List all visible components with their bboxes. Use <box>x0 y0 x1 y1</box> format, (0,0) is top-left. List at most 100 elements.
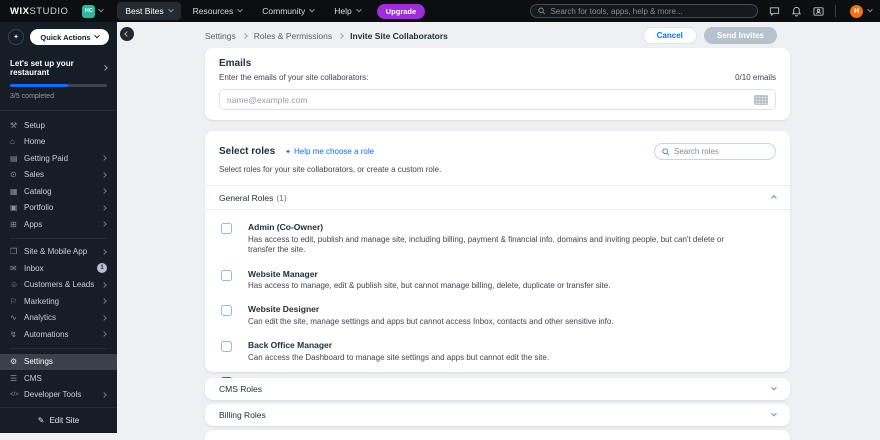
hub-button[interactable]: ✦ <box>8 29 24 45</box>
keyboard-icon[interactable] <box>754 94 768 105</box>
send-invites-button[interactable]: Send Invites <box>703 27 777 44</box>
chevron-right-icon <box>101 204 107 211</box>
workspace-switcher[interactable]: HC <box>82 4 105 18</box>
chevron-down-icon <box>355 6 362 13</box>
chevron-right-icon <box>101 314 107 321</box>
breadcrumb-roles-permissions[interactable]: Roles & Permissions <box>254 31 332 41</box>
analytics-icon: ∿ <box>10 313 17 323</box>
wix-studio-logo: WIXSTUDIO <box>10 6 68 17</box>
sidebar-item-automations[interactable]: ↯ Automations <box>0 326 117 343</box>
general-roles-count: (1) <box>276 192 287 203</box>
tab-resources[interactable]: Resources <box>185 2 251 20</box>
divider <box>10 237 107 239</box>
chevron-right-icon <box>102 65 108 71</box>
sidebar-item-portfolio[interactable]: ▣ Portfolio <box>0 200 117 217</box>
sidebar-item-apps[interactable]: ⊞ Apps <box>0 216 117 233</box>
automations-icon: ↯ <box>10 329 17 339</box>
select-roles-title: Select roles <box>219 146 276 157</box>
cancel-button[interactable]: Cancel <box>642 27 697 44</box>
sidebar-item-analytics[interactable]: ∿ Analytics <box>0 310 117 327</box>
sidebar-item-inbox[interactable]: ✉ Inbox 1 <box>0 260 117 277</box>
edit-site-button[interactable]: ✎ Edit Site <box>0 407 117 433</box>
sidebar-item-site-mobile-app[interactable]: ❐ Site & Mobile App <box>0 244 117 261</box>
search-roles-input[interactable] <box>674 147 768 156</box>
notifications-bell-icon[interactable] <box>791 6 802 17</box>
avatar: H <box>850 4 863 18</box>
catalog-icon: ▦ <box>10 186 18 196</box>
sidebar-item-settings[interactable]: ⚙ Settings <box>0 353 117 370</box>
main-area: Settings Roles & Permissions Invite Site… <box>117 22 880 440</box>
chevron-down-icon <box>237 6 244 13</box>
general-roles-label: General Roles <box>219 192 274 203</box>
setup-progress-bar <box>10 84 107 87</box>
chevron-right-icon <box>101 221 107 228</box>
getting-paid-icon: ▤ <box>10 153 18 163</box>
sidebar-item-sales[interactable]: ⊙ Sales <box>0 167 117 184</box>
home-icon: ⌂ <box>10 137 15 147</box>
logo-wix: WIX <box>10 5 30 17</box>
topbar-tabs: Best Bites Resources Community Help <box>117 2 368 20</box>
chevron-right-icon <box>101 155 107 162</box>
tab-help[interactable]: Help <box>326 2 368 20</box>
ai-sparkle-icon: ✦ <box>285 148 292 156</box>
chevron-down-icon <box>309 6 316 13</box>
sidebar-item-marketing[interactable]: ⚐ Marketing <box>0 293 117 310</box>
emails-input[interactable] <box>227 94 748 105</box>
tab-community[interactable]: Community <box>254 2 322 20</box>
chevron-right-icon <box>101 171 107 178</box>
breadcrumb: Settings Roles & Permissions Invite Site… <box>205 27 448 45</box>
emails-card: Emails Enter the emails of your site col… <box>205 48 790 120</box>
role-checkbox[interactable] <box>221 269 232 281</box>
sidebar-item-cms[interactable]: ☰ CMS <box>0 370 117 387</box>
chevron-up-icon <box>771 194 777 201</box>
role-row-back-office-manager: Back Office Manager Can access the Dashbo… <box>221 340 750 363</box>
chevron-down-icon <box>771 410 777 417</box>
cms-roles-accordion[interactable]: CMS Roles <box>205 378 790 400</box>
emails-subtitle: Enter the emails of your site collaborat… <box>219 73 369 82</box>
help-me-choose-role-link[interactable]: ✦ Help me choose a role <box>285 147 374 156</box>
members-card-icon[interactable] <box>813 6 824 17</box>
setup-card-title: Let's set up your restaurant <box>10 59 74 77</box>
developer-tools-icon: </> <box>10 391 19 398</box>
chevron-down-icon <box>93 32 100 39</box>
upgrade-button[interactable]: Upgrade <box>376 3 426 19</box>
setup-progress-card[interactable]: Let's set up your restaurant 3/5 complet… <box>0 51 117 111</box>
emails-title: Emails <box>219 58 252 69</box>
sidebar-item-getting-paid[interactable]: ▤ Getting Paid <box>0 150 117 167</box>
global-search-input[interactable] <box>550 6 750 16</box>
role-checkbox[interactable] <box>221 305 232 317</box>
chat-icon[interactable] <box>769 6 780 17</box>
search-icon <box>538 7 546 15</box>
chevron-right-icon <box>101 248 107 255</box>
cms-roles-label: CMS Roles <box>219 384 262 394</box>
quick-actions-button[interactable]: Quick Actions <box>30 29 109 45</box>
pencil-icon: ✎ <box>37 416 45 425</box>
global-search[interactable] <box>530 4 758 18</box>
chevron-right-icon <box>101 331 107 338</box>
divider <box>835 5 836 17</box>
account-menu[interactable]: H <box>850 0 873 22</box>
role-checkbox[interactable] <box>221 223 232 234</box>
general-roles-accordion[interactable]: General Roles (1) <box>205 185 790 210</box>
logo-studio: STUDIO <box>29 5 69 17</box>
sidebar-item-catalog[interactable]: ▦ Catalog <box>0 183 117 200</box>
sidebar-collapse-button[interactable] <box>120 27 134 41</box>
select-roles-subtitle: Select roles for your site collaborators… <box>219 165 442 174</box>
sidebar-item-setup[interactable]: ⚒ Setup <box>0 117 117 134</box>
sidebar-item-developer-tools[interactable]: </> Developer Tools <box>0 387 117 404</box>
chevron-down-icon <box>771 384 777 391</box>
breadcrumb-settings[interactable]: Settings <box>205 31 236 41</box>
chevron-right-icon <box>101 188 107 195</box>
sidebar-item-customers-leads[interactable]: ☺ Customers & Leads <box>0 277 117 294</box>
emails-input-wrap <box>219 89 776 110</box>
search-roles[interactable] <box>654 143 776 160</box>
role-checkbox[interactable] <box>221 341 232 353</box>
chevron-down-icon <box>867 6 873 13</box>
divider <box>10 347 107 349</box>
sidebar-item-home[interactable]: ⌂ Home <box>0 134 117 151</box>
chevron-left-icon <box>124 31 130 37</box>
tab-best-bites[interactable]: Best Bites <box>117 2 181 20</box>
chevron-right-icon <box>338 33 344 39</box>
billing-roles-accordion[interactable]: Billing Roles <box>205 404 790 426</box>
breadcrumb-invite-site-collaborators: Invite Site Collaborators <box>350 31 448 41</box>
